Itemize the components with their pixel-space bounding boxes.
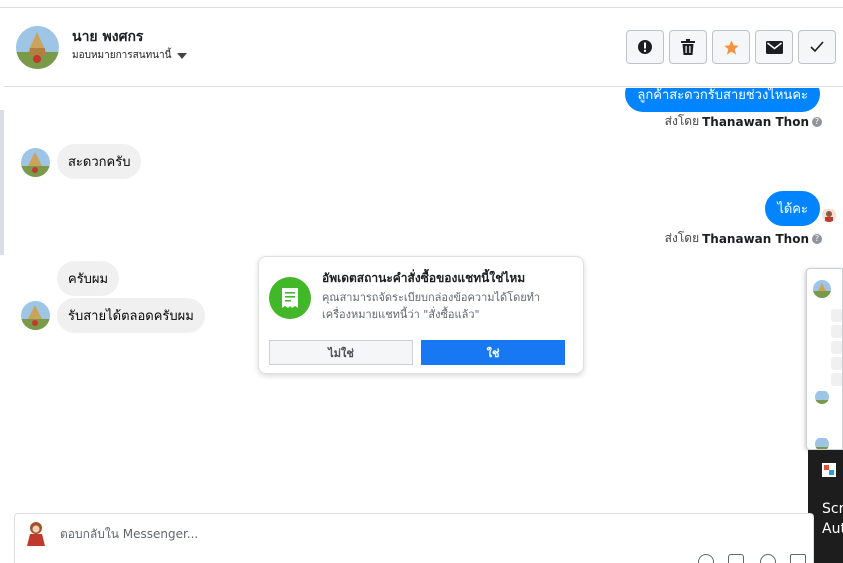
header-actions	[626, 30, 836, 64]
prompt-description: คุณสามารถจัดระเบียบกล่องข้อความได้โดยทำเ…	[322, 291, 541, 321]
sent-by-name: Thanawan Thon	[702, 231, 809, 246]
thumbnail-avatar	[815, 390, 829, 404]
message-incoming: สะดวกครับ	[57, 144, 142, 179]
contact-name: นาย พงศกร	[72, 29, 144, 45]
thumbnail-avatar	[815, 437, 829, 449]
help-icon[interactable]: ?	[812, 116, 822, 127]
mark-unread-button[interactable]	[755, 30, 793, 64]
mark-done-button[interactable]	[798, 30, 836, 64]
mark-spam-button[interactable]	[626, 30, 664, 64]
contact-avatar-small[interactable]	[21, 301, 50, 330]
message-outgoing: ลูกค้าสะดวกรับสายช่วงไหนคะ	[625, 88, 820, 112]
app-icon	[822, 463, 836, 477]
reply-composer	[14, 513, 814, 563]
caret-down-icon	[177, 52, 188, 59]
star-button[interactable]	[712, 30, 750, 64]
assign-label: มอบหมายการสนทนานี้	[72, 50, 172, 61]
thumbnail-avatar	[813, 280, 831, 298]
envelope-icon	[765, 40, 783, 54]
receipt-icon	[269, 277, 311, 319]
no-button[interactable]: ไม่ใช่	[269, 340, 413, 365]
delete-button[interactable]	[669, 30, 707, 64]
attachment-icon[interactable]	[698, 554, 714, 563]
alert-icon	[638, 40, 652, 54]
overlay-text-line2: Aut	[822, 521, 843, 537]
conversation-header: นาย พงศกร มอบหมายการสนทนานี้	[4, 9, 843, 87]
order-status-prompt: อัพเดตสถานะคำสั่งซื้อของแชทนี้ใช่ไหม คุณ…	[258, 256, 584, 374]
yes-button[interactable]: ใช่	[421, 340, 565, 365]
top-border	[0, 0, 843, 8]
check-icon	[810, 41, 824, 53]
overlay-text-line1: Scre	[822, 501, 843, 517]
image-icon[interactable]	[728, 554, 744, 563]
chat-preview-thumbnail[interactable]	[806, 268, 843, 450]
trash-icon	[681, 39, 695, 55]
prompt-title: อัพเดตสถานะคำสั่งซื้อของแชทนี้ใช่ไหม	[322, 271, 526, 285]
contact-avatar-small[interactable]	[21, 148, 50, 177]
sent-by-prefix: ส่งโดย	[664, 114, 700, 128]
sent-by-label: ส่งโดย Thanawan Thon ?	[665, 112, 822, 131]
help-icon[interactable]: ?	[812, 233, 822, 244]
contact-avatar[interactable]	[16, 26, 59, 69]
message-incoming: ครับผม	[57, 261, 120, 296]
thumbnail-line	[831, 325, 842, 338]
saved-reply-icon[interactable]	[790, 554, 806, 563]
agent-avatar	[24, 520, 48, 546]
thumbnail-line	[831, 357, 842, 370]
message-outgoing: ได้คะ	[765, 191, 820, 226]
message-incoming: รับสายได้ตลอดครับผม	[57, 298, 205, 333]
assign-conversation-dropdown[interactable]: มอบหมายการสนทนานี้	[72, 48, 188, 63]
reply-input[interactable]	[60, 527, 760, 541]
thumbnail-line	[831, 341, 842, 354]
thumbnail-line	[831, 309, 842, 322]
read-receipt-avatar	[822, 208, 836, 222]
sent-by-label: ส่งโดย Thanawan Thon ?	[665, 229, 822, 248]
star-icon	[723, 39, 739, 55]
emoji-icon[interactable]	[760, 554, 776, 563]
thumbnail-line	[831, 373, 842, 386]
sent-by-prefix: ส่งโดย	[664, 231, 700, 245]
sent-by-name: Thanawan Thon	[702, 114, 809, 129]
